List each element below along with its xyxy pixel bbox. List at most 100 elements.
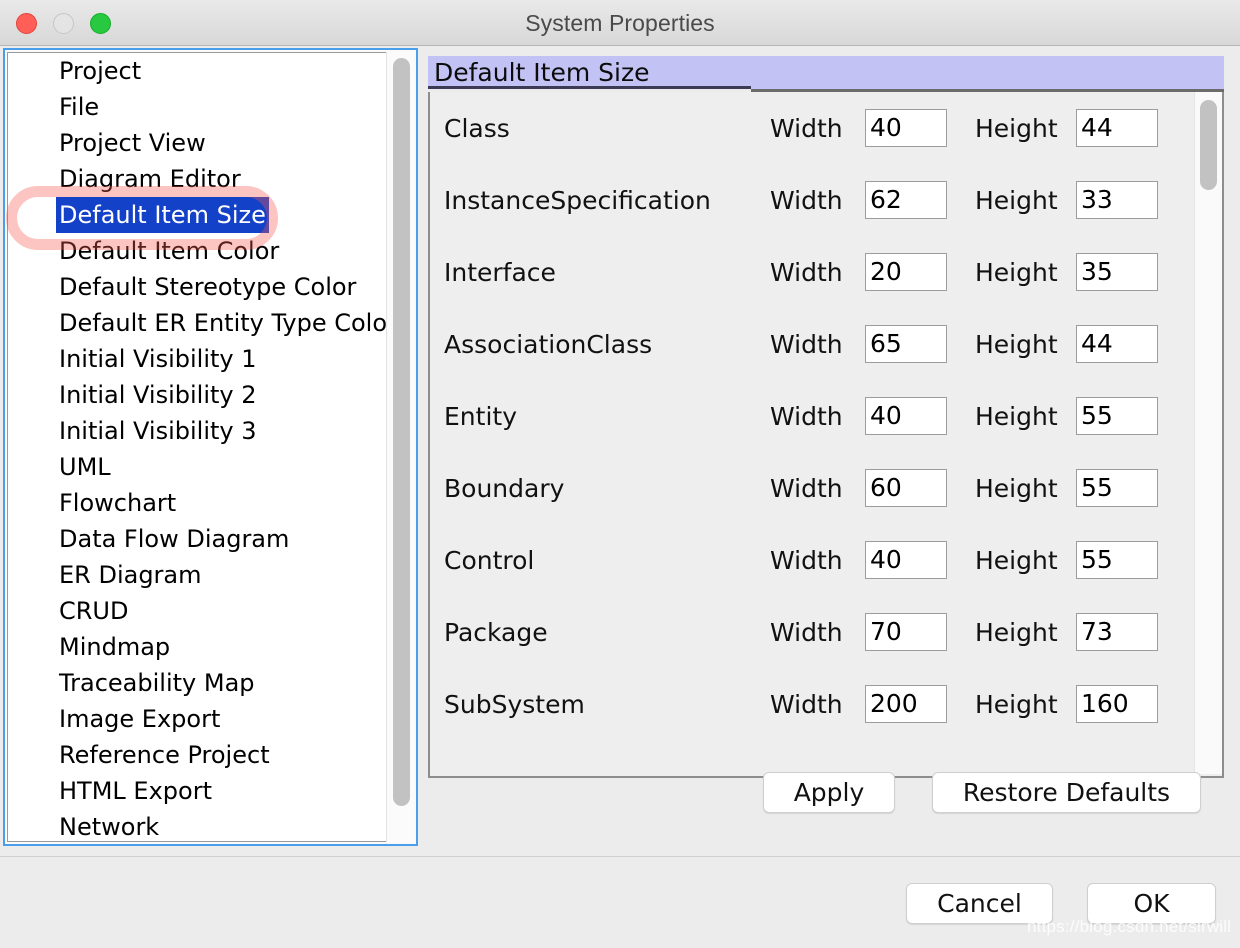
sidebar-item-label: Reference Project — [59, 741, 270, 769]
default-item-size-panel: Default Item Size Class Width 40 Height 44 In… — [428, 56, 1224, 778]
panel-scrollbar[interactable] — [1194, 92, 1222, 774]
sidebar-scrollbar-thumb[interactable] — [393, 58, 410, 806]
settings-category-items: Project File Project View Diagram Editor Def… — [8, 53, 388, 841]
sidebar-item-label: Initial Visibility 1 — [59, 345, 257, 373]
watermark-text: https://blog.csdn.net/sirwill — [1027, 917, 1232, 936]
height-label: Height — [975, 185, 1058, 215]
width-input[interactable]: 40 — [865, 541, 947, 579]
sidebar-item[interactable]: HTML Export — [8, 773, 388, 809]
restore-defaults-button-label: Restore Defaults — [962, 778, 1171, 807]
settings-category-list[interactable]: Project File Project View Diagram Editor Def… — [7, 52, 388, 842]
width-input[interactable]: 70 — [865, 613, 947, 651]
sidebar-item[interactable]: Initial Visibility 3 — [8, 413, 388, 449]
sidebar-item[interactable]: Network — [8, 809, 388, 841]
item-type-label: Boundary — [444, 473, 565, 503]
width-label: Width — [770, 113, 843, 143]
width-input[interactable]: 65 — [865, 325, 947, 363]
width-label: Width — [770, 401, 843, 431]
sidebar-item[interactable]: ER Diagram — [8, 557, 388, 593]
width-input[interactable]: 60 — [865, 469, 947, 507]
tab-header-filler — [751, 56, 1224, 92]
item-size-rows: Class Width 40 Height 44 InstanceSpecificatio… — [430, 92, 1190, 740]
sidebar-item[interactable]: Diagram Editor — [8, 161, 388, 197]
width-label: Width — [770, 329, 843, 359]
sidebar-item[interactable]: CRUD — [8, 593, 388, 629]
sidebar-item[interactable]: Traceability Map — [8, 665, 388, 701]
apply-button[interactable]: Apply — [763, 772, 895, 813]
settings-category-list-panel[interactable]: Project File Project View Diagram Editor Def… — [3, 48, 418, 846]
height-label: Height — [975, 473, 1058, 503]
sidebar-item-label: Flowchart — [59, 489, 177, 517]
sidebar-item[interactable]: Mindmap — [8, 629, 388, 665]
sidebar-item[interactable]: Project View — [8, 125, 388, 161]
item-size-row: Entity Width 40 Height 55 — [430, 380, 1190, 452]
sidebar-item[interactable]: Default ER Entity Type Color — [8, 305, 388, 341]
panel-scrollbar-thumb[interactable] — [1200, 100, 1217, 190]
sidebar-item[interactable]: Initial Visibility 2 — [8, 377, 388, 413]
titlebar: System Properties — [0, 0, 1240, 46]
sidebar-item[interactable]: Initial Visibility 1 — [8, 341, 388, 377]
item-type-label: Interface — [444, 257, 556, 287]
panel-tab-header: Default Item Size — [428, 56, 1224, 92]
sidebar-item-label: Initial Visibility 2 — [59, 381, 257, 409]
height-input[interactable]: 35 — [1076, 253, 1158, 291]
sidebar-item-label: Default Item Color — [59, 237, 280, 265]
sidebar-item-label: Image Export — [59, 705, 221, 733]
width-label: Width — [770, 185, 843, 215]
ok-button-label: OK — [1133, 889, 1170, 918]
sidebar-item-label: ER Diagram — [59, 561, 202, 589]
sidebar-item-label: Traceability Map — [59, 669, 255, 697]
sidebar-item[interactable]: File — [8, 89, 388, 125]
restore-defaults-button[interactable]: Restore Defaults — [932, 772, 1201, 813]
height-input[interactable]: 55 — [1076, 541, 1158, 579]
sidebar-item[interactable]: Flowchart — [8, 485, 388, 521]
item-type-label: InstanceSpecification — [444, 185, 711, 215]
height-label: Height — [975, 401, 1058, 431]
sidebar-item-label: Project — [59, 57, 142, 85]
panel-body: Class Width 40 Height 44 InstanceSpecificatio… — [428, 92, 1224, 778]
height-input[interactable]: 33 — [1076, 181, 1158, 219]
width-input[interactable]: 200 — [865, 685, 947, 723]
width-input[interactable]: 62 — [865, 181, 947, 219]
sidebar-item-label: Default Item Size — [56, 197, 269, 233]
sidebar-item-label: File — [59, 93, 100, 121]
width-label: Width — [770, 473, 843, 503]
item-type-label: Control — [444, 545, 535, 575]
height-input[interactable]: 44 — [1076, 109, 1158, 147]
height-label: Height — [975, 257, 1058, 287]
sidebar-item-label: Initial Visibility 3 — [59, 417, 257, 445]
item-size-row: AssociationClass Width 65 Height 44 — [430, 308, 1190, 380]
sidebar-item[interactable]: UML — [8, 449, 388, 485]
height-label: Height — [975, 617, 1058, 647]
item-type-label: Entity — [444, 401, 517, 431]
sidebar-item[interactable]: Reference Project — [8, 737, 388, 773]
height-input[interactable]: 55 — [1076, 397, 1158, 435]
sidebar-item-label: Data Flow Diagram — [59, 525, 290, 553]
height-input[interactable]: 44 — [1076, 325, 1158, 363]
item-size-row: Package Width 70 Height 73 — [430, 596, 1190, 668]
sidebar-item[interactable]: Data Flow Diagram — [8, 521, 388, 557]
sidebar-item[interactable]: Default Stereotype Color — [8, 269, 388, 305]
sidebar-item-label: CRUD — [59, 597, 129, 625]
height-input[interactable]: 73 — [1076, 613, 1158, 651]
width-label: Width — [770, 257, 843, 287]
item-size-row: Interface Width 20 Height 35 — [430, 236, 1190, 308]
width-label: Width — [770, 689, 843, 719]
width-input[interactable]: 40 — [865, 109, 947, 147]
sidebar-scrollbar[interactable] — [386, 52, 414, 842]
width-label: Width — [770, 617, 843, 647]
item-type-label: Class — [444, 113, 510, 143]
sidebar-item-label: Default ER Entity Type Color — [59, 309, 388, 337]
sidebar-item[interactable]: Image Export — [8, 701, 388, 737]
sidebar-item-label: Default Stereotype Color — [59, 273, 357, 301]
sidebar-item-label: UML — [59, 453, 111, 481]
height-input[interactable]: 55 — [1076, 469, 1158, 507]
width-input[interactable]: 20 — [865, 253, 947, 291]
sidebar-item-label: HTML Export — [59, 777, 212, 805]
sidebar-item[interactable]: Project — [8, 53, 388, 89]
sidebar-item[interactable]: Default Item Color — [8, 233, 388, 269]
sidebar-item[interactable]: Default Item Size — [8, 197, 388, 233]
height-input[interactable]: 160 — [1076, 685, 1158, 723]
width-input[interactable]: 40 — [865, 397, 947, 435]
item-type-label: AssociationClass — [444, 329, 653, 359]
